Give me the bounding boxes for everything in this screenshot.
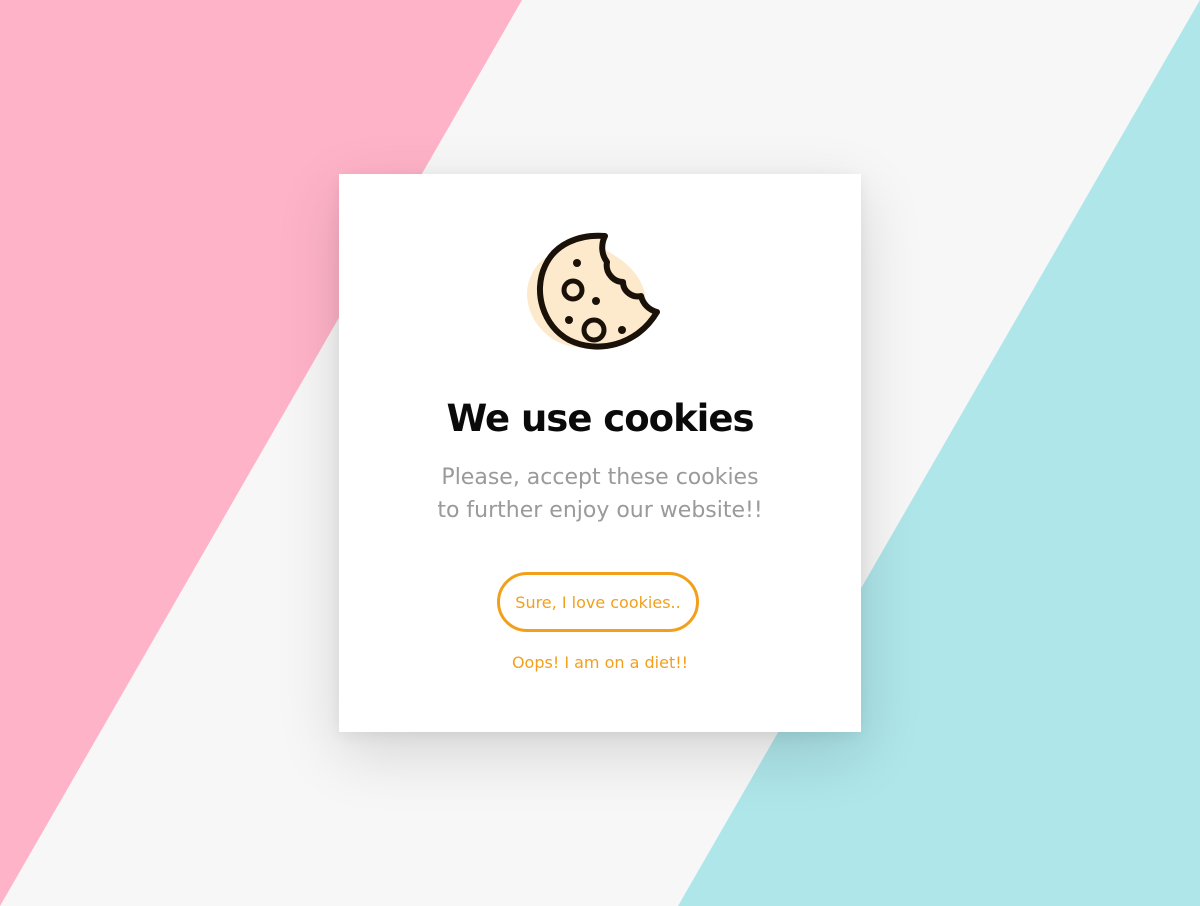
cookie-consent-dialog: We use cookies Please, accept these cook… xyxy=(339,174,861,732)
accept-cookies-button[interactable]: Sure, I love cookies.. xyxy=(497,572,699,632)
cookie-icon xyxy=(527,232,660,350)
dialog-title: We use cookies xyxy=(446,397,755,440)
cookie-chip-small-1 xyxy=(573,259,581,267)
cookie-chip-small-4 xyxy=(618,326,626,334)
description-line-1: Please, accept these cookies xyxy=(441,465,759,490)
dialog-description: Please, accept these cookies to further … xyxy=(339,461,861,527)
cookie-chip-small-3 xyxy=(565,316,573,324)
description-line-2: to further enjoy our website!! xyxy=(437,498,763,523)
page-background: We use cookies Please, accept these cook… xyxy=(0,0,1200,906)
cookie-chip-small-2 xyxy=(592,297,600,305)
decline-cookies-link[interactable]: Oops! I am on a diet!! xyxy=(339,652,861,674)
